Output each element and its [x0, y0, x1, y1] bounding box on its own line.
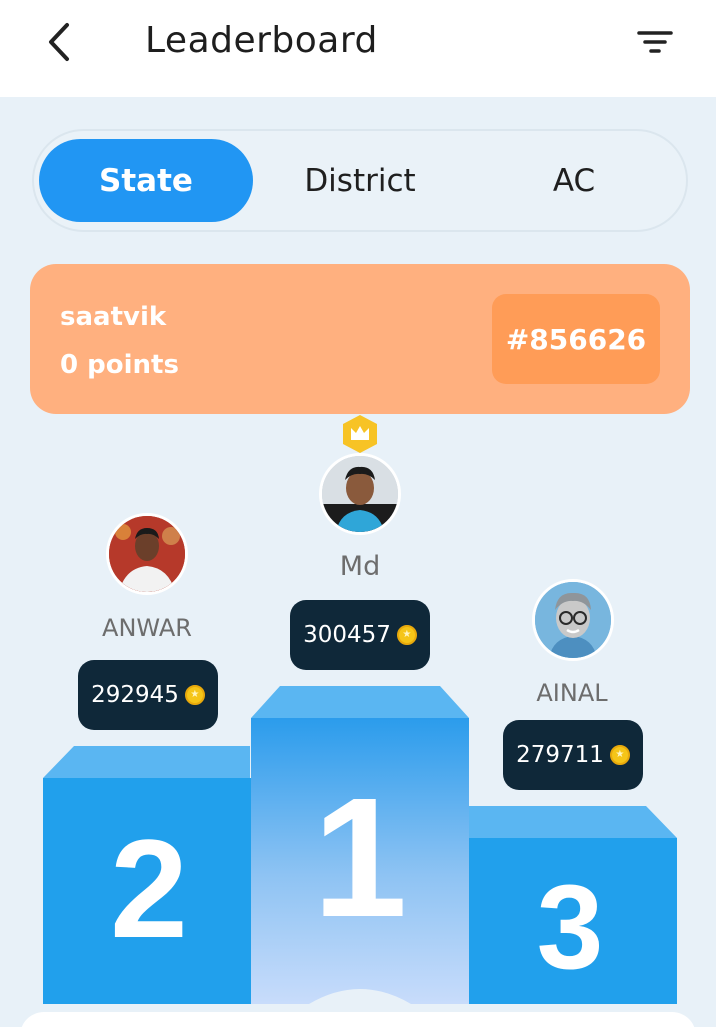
first-place-score: 300457 ★ — [290, 600, 430, 670]
podium-rank-second: 2 — [110, 810, 188, 967]
my-rank-badge: #856626 — [492, 294, 660, 384]
filter-icon — [637, 31, 673, 53]
second-place-name: ANWAR — [102, 614, 192, 642]
my-username: saatvik — [60, 302, 167, 332]
tab-state[interactable]: State — [39, 139, 253, 222]
score-value: 300457 — [303, 622, 391, 648]
coin-icon: ★ — [396, 625, 417, 645]
podium-rank-first: 1 — [312, 763, 408, 953]
my-rank-card: saatvik 0 points #856626 — [30, 264, 690, 414]
crown-icon — [343, 415, 377, 453]
avatar-third-place[interactable] — [532, 579, 614, 661]
user-photo-icon — [109, 516, 185, 592]
tab-district[interactable]: District — [253, 139, 467, 222]
page-title: Leaderboard — [145, 20, 378, 61]
back-button[interactable] — [38, 22, 78, 62]
podium-rank-third: 3 — [536, 860, 604, 994]
chevron-left-icon — [49, 23, 69, 61]
tab-ac[interactable]: AC — [467, 139, 681, 222]
my-points: 0 points — [60, 350, 179, 380]
user-photo-icon — [322, 456, 398, 532]
first-place-name: Md — [339, 551, 381, 582]
filter-button[interactable] — [632, 22, 678, 62]
avatar-first-place[interactable] — [319, 453, 401, 535]
app-header: Leaderboard — [0, 0, 716, 97]
leaderboard-list-sheet[interactable] — [20, 1012, 696, 1027]
scope-tabs: State District AC — [32, 129, 688, 232]
avatar-second-place[interactable] — [106, 513, 188, 595]
memoji-avatar-icon — [535, 582, 611, 658]
